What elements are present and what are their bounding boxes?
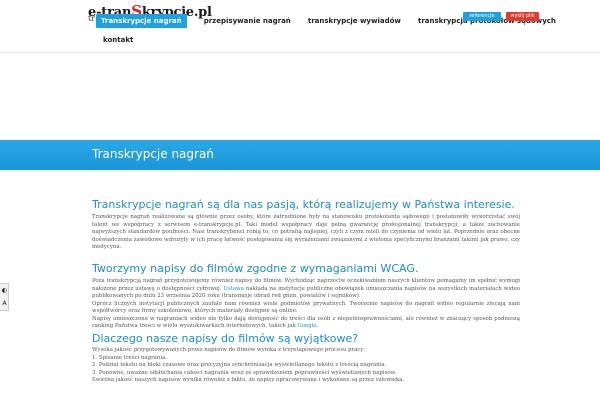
site-header: e-tranSkrypcje.pl tr Transkrypcje nagrań…	[0, 0, 600, 52]
header-divider	[0, 52, 600, 53]
why-outro: Świetna jakość naszych napisów wynika ró…	[92, 377, 405, 383]
main-content: Transkrypcje nagrań są dla nas pasją, kt…	[92, 198, 520, 383]
section-wcag: Tworzymy napisy do filmów zgodne z wymag…	[92, 262, 520, 331]
google-link[interactable]: Google	[297, 323, 316, 329]
section-passion: Transkrypcje nagrań są dla nas pasją, kt…	[92, 198, 520, 252]
ustawa-link[interactable]: Ustawa	[223, 286, 244, 292]
nav-item-przepisywanie-nagran[interactable]: przepisywanie nagrań	[204, 14, 291, 28]
nav-item-transkrypcje-wywiadow[interactable]: transkrypcje wywiadów	[308, 14, 401, 28]
section-text-passion: Transkrypcje nagrań realizowane są główn…	[92, 214, 520, 250]
accessibility-widget: ◐ A	[0, 283, 9, 311]
nav-item-transkrypcje-nagran[interactable]: Transkrypcje nagrań	[96, 14, 187, 28]
nav-item-kontakt[interactable]: kontakt	[103, 36, 133, 44]
why-step-3: 3. Ponowne, uważne odsłuchania całości n…	[92, 369, 397, 376]
why-step-1: 1. Spisanie treści nagrania.	[92, 354, 168, 361]
wcag-text-e: .	[316, 323, 319, 329]
page-banner: Transkrypcje nagrań	[0, 140, 600, 170]
references-button[interactable]: referencje	[463, 12, 501, 21]
send-file-button[interactable]: wyślij plik	[506, 12, 539, 21]
why-intro: Wysoka jakość przygotowywanych przez nap…	[92, 347, 366, 353]
font-size-toggle-icon[interactable]: A	[0, 297, 9, 310]
wcag-text-c: Oprócz licznych instytucji publicznych z…	[92, 300, 520, 315]
section-text-wcag: Poza transkrypcją nagrań przygotowujemy …	[92, 278, 520, 331]
why-step-2: 2. Podział tekstu na bloki czasowe oraz …	[92, 362, 387, 368]
page-title: Transkrypcje nagrań	[92, 147, 214, 161]
section-heading-why: Dlaczego nasze napisy do filmów są wyjąt…	[92, 332, 359, 345]
section-text-why: Wysoka jakość przygotowywanych przez nap…	[92, 347, 404, 385]
site-tagline: tr	[88, 14, 96, 23]
section-heading-passion: Transkrypcje nagrań są dla nas pasją, kt…	[92, 198, 515, 211]
section-heading-wcag: Tworzymy napisy do filmów zgodne z wymag…	[92, 262, 419, 275]
section-why: Dlaczego nasze napisy do filmów są wyjąt…	[92, 332, 404, 385]
contrast-toggle-icon[interactable]: ◐	[0, 284, 9, 297]
